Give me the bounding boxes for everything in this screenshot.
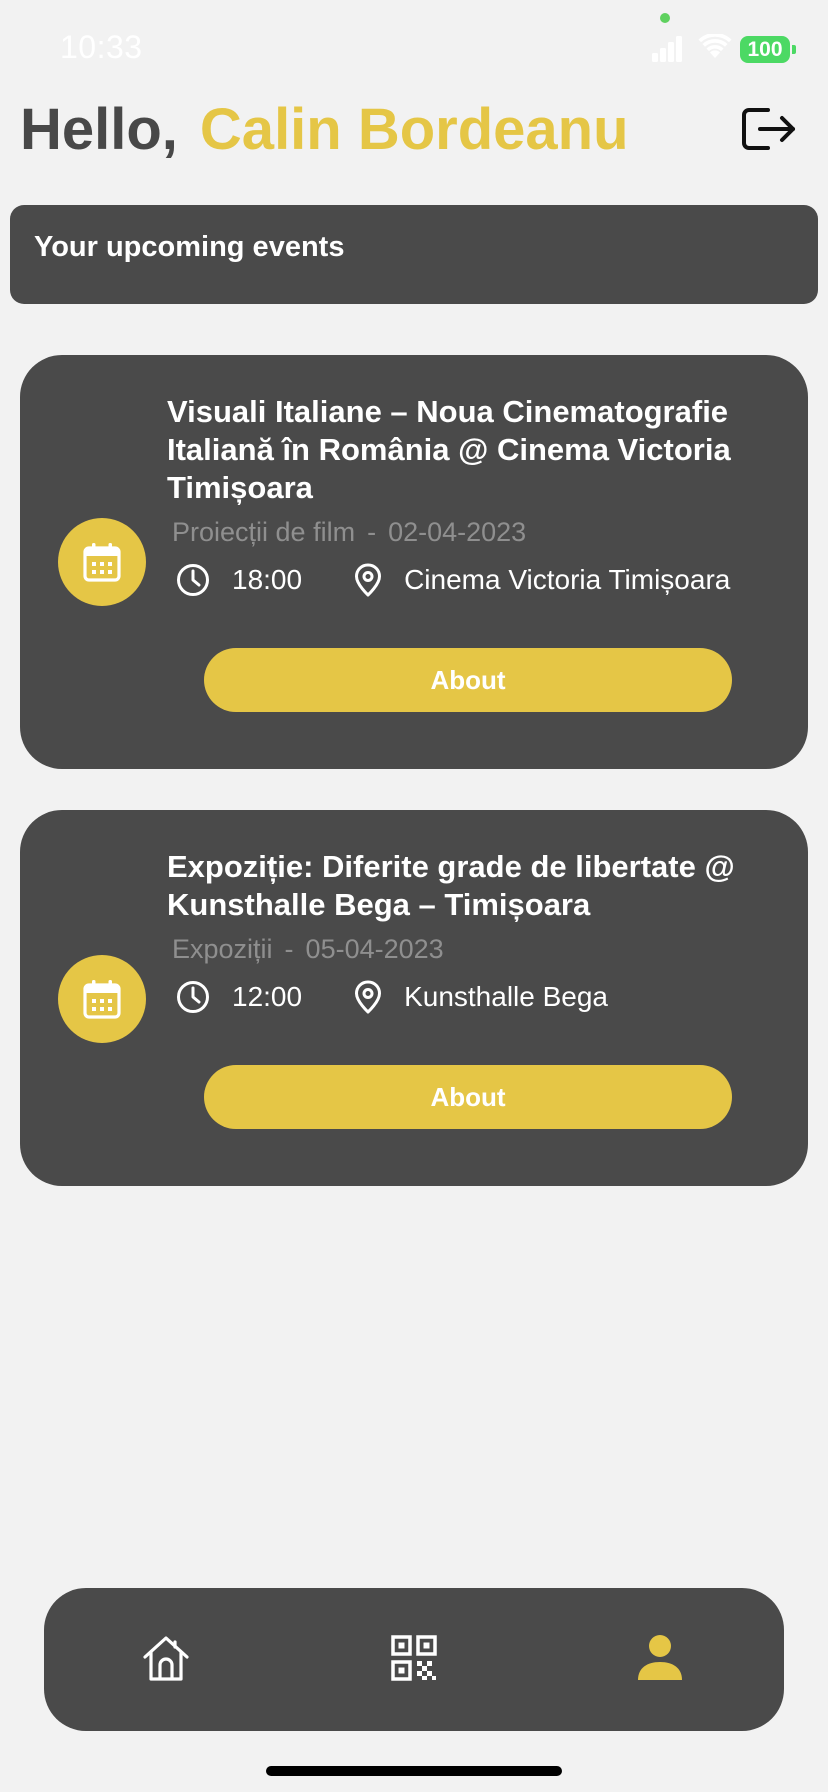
event-location: Kunsthalle Bega xyxy=(404,981,609,1012)
cellular-signal-icon xyxy=(652,36,682,62)
location-pin-icon xyxy=(355,563,382,597)
bottom-tab-bar xyxy=(44,1588,784,1731)
event-date: 02-04-2023 xyxy=(388,517,527,547)
tab-home[interactable] xyxy=(131,1618,201,1698)
user-name: Calin Bordeanu xyxy=(199,97,629,162)
meta-separator: - xyxy=(284,934,294,964)
logout-icon[interactable] xyxy=(740,104,798,154)
battery-level: 100 xyxy=(747,37,783,61)
event-date: 05-04-2023 xyxy=(305,934,444,964)
event-time: 12:00 xyxy=(232,981,303,1012)
upcoming-events-banner: Your upcoming events xyxy=(10,205,818,304)
location-pin-icon xyxy=(355,980,382,1014)
calendar-icon xyxy=(83,980,121,1019)
banner-title: Your upcoming events xyxy=(34,231,345,263)
battery-cap xyxy=(792,45,796,54)
clock-icon xyxy=(177,564,209,596)
event-card: Expoziție: Diferite grade de libertate @… xyxy=(20,810,808,1186)
about-button[interactable]: About xyxy=(204,648,732,712)
about-button[interactable]: About xyxy=(204,1065,732,1129)
tab-qr[interactable] xyxy=(379,1618,449,1698)
home-indicator xyxy=(266,1766,562,1776)
event-category-date: Proiecții de film -02-04-2023 xyxy=(172,517,526,548)
meta-separator: - xyxy=(367,517,377,547)
event-details-row: 12:00 Kunsthalle Bega xyxy=(176,978,608,1016)
status-bar: 10:33 100 xyxy=(0,0,828,100)
qr-code-icon xyxy=(391,1635,437,1681)
event-location: Cinema Victoria Timișoara xyxy=(404,564,731,595)
privacy-indicator-dot xyxy=(660,13,670,23)
event-time: 18:00 xyxy=(232,564,303,595)
person-icon xyxy=(638,1635,682,1680)
event-icon-badge xyxy=(58,518,146,606)
event-details-row: 18:00 Cinema Victoria Timișoara xyxy=(176,561,730,599)
event-icon-badge xyxy=(58,955,146,1043)
event-card: Visuali Italiane – Noua Cinematografie I… xyxy=(20,355,808,769)
event-title: Visuali Italiane – Noua Cinematografie I… xyxy=(167,394,731,505)
event-category-date: Expoziții -05-04-2023 xyxy=(172,934,444,965)
home-icon xyxy=(143,1636,189,1681)
greeting-heading: Hello, Calin Bordeanu xyxy=(20,96,629,163)
event-title: Expoziție: Diferite grade de libertate @… xyxy=(167,849,735,922)
battery-icon: 100 xyxy=(740,36,796,63)
battery-body: 100 xyxy=(740,36,790,63)
clock-icon xyxy=(177,981,209,1013)
greeting-text: Hello, xyxy=(20,97,178,162)
wifi-icon xyxy=(698,34,732,58)
tab-profile[interactable] xyxy=(625,1618,695,1698)
event-category: Proiecții de film xyxy=(172,517,356,547)
status-time: 10:33 xyxy=(60,29,143,65)
calendar-icon xyxy=(83,543,121,582)
event-category: Expoziții xyxy=(172,934,273,964)
